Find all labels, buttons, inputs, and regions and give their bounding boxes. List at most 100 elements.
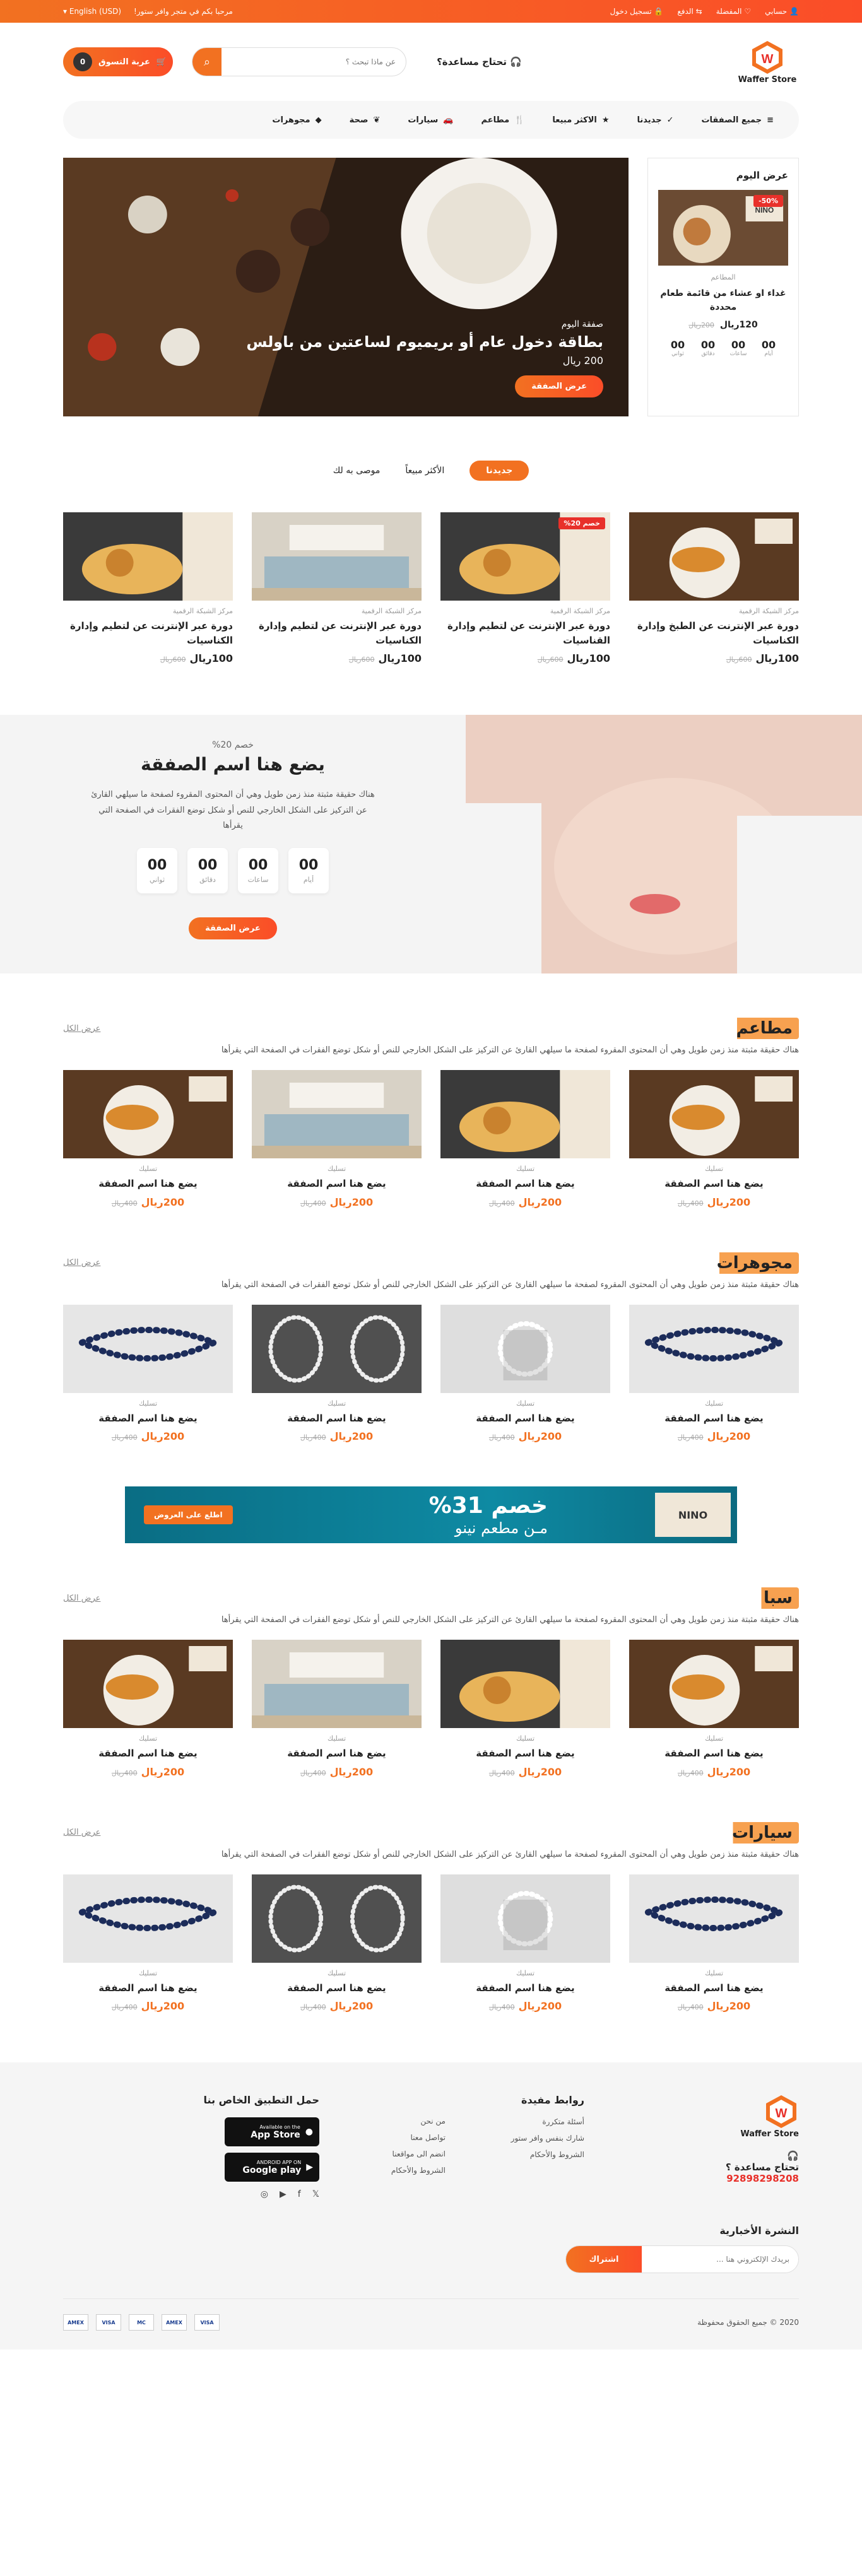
product-title[interactable]: يضع هنا اسم الصفقة (629, 1746, 799, 1761)
product-card[interactable]: تسليك يضع هنا اسم الصفقة 200ريال400ريال (629, 1640, 799, 1778)
product-card[interactable]: تسليك يضع هنا اسم الصفقة 200ريال400ريال (63, 1304, 233, 1442)
product-title[interactable]: يضع هنا اسم الصفقة (63, 1411, 233, 1426)
product-card[interactable]: تسليك يضع هنا اسم الصفقة 200ريال400ريال (63, 1640, 233, 1778)
product-card[interactable]: مركز الشبكة الرقمية دورة عبر الإنترنت عن … (252, 512, 422, 664)
newsletter-email-input[interactable] (642, 2246, 798, 2273)
app-store-button[interactable]: ● Available on the App Store (225, 2117, 319, 2146)
nav-item[interactable]: 🍴 مطاعم (481, 115, 525, 125)
search-input[interactable] (221, 48, 406, 76)
product-image-wrap[interactable] (63, 512, 233, 601)
currency-select[interactable]: English (USD) ▾ (63, 7, 121, 16)
product-card[interactable]: خصم 20% مركز الشبكة الرقمية دورة عبر الإنت… (440, 512, 610, 664)
tab-2[interactable]: موصى به لك (333, 466, 381, 476)
product-title[interactable]: دورة عبر الإنترنت عن لتطيم وإدارة الكناس… (63, 619, 233, 647)
nav-item[interactable]: ❦ صحة (350, 115, 381, 125)
product-card[interactable]: مركز الشبكة الرقمية دورة عبر الإنترنت عن … (63, 512, 233, 664)
product-image-wrap[interactable] (440, 1640, 610, 1728)
product-card[interactable]: تسليك يضع هنا اسم الصفقة 200ريال400ريال (252, 1304, 422, 1442)
product-card[interactable]: تسليك يضع هنا اسم الصفقة 200ريال400ريال (252, 1874, 422, 2012)
product-title[interactable]: يضع هنا اسم الصفقة (629, 1177, 799, 1191)
product-image-wrap[interactable] (252, 1874, 422, 1963)
product-image-wrap[interactable] (63, 1874, 233, 1963)
subscribe-button[interactable]: اشتراك (566, 2246, 642, 2273)
google-play-button[interactable]: ▶ ANDROID APP ON Google play (225, 2153, 319, 2182)
product-card[interactable]: تسليك يضع هنا اسم الصفقة 200ريال400ريال (629, 1070, 799, 1208)
footer-logo[interactable]: W Waffer Store (736, 2094, 799, 2139)
product-image-wrap[interactable] (252, 1304, 422, 1393)
twitter-icon[interactable]: 𝕏 (312, 2189, 319, 2199)
product-image-wrap[interactable] (629, 1874, 799, 1963)
nav-item[interactable]: ≡ جميع الصفقات (701, 115, 774, 125)
footer-link[interactable]: الشروط والأحكام (471, 2150, 584, 2159)
product-title[interactable]: يضع هنا اسم الصفقة (440, 1981, 610, 1996)
login-link[interactable]: 🔒 تسجيل دخول (610, 7, 664, 16)
product-image-wrap[interactable] (629, 512, 799, 601)
nav-item[interactable]: ◆ مجوهرات (272, 115, 321, 125)
product-image-wrap[interactable] (63, 1304, 233, 1393)
product-card[interactable]: مركز الشبكة الرقمية دورة عبر الإنترنت عن … (629, 512, 799, 664)
footer-link[interactable]: أسئلة متكررة (471, 2117, 584, 2126)
product-card[interactable]: تسليك يضع هنا اسم الصفقة 200ريال400ريال (63, 1874, 233, 2012)
tab-1[interactable]: الأكثر مبيعاً (405, 466, 444, 476)
product-title[interactable]: يضع هنا اسم الصفقة (63, 1746, 233, 1761)
product-title[interactable]: دورة عبر الإنترنت عن الطبخ وإدارة الكناس… (629, 619, 799, 647)
product-title[interactable]: دورة عبر الإنترنت عن لتطيم وإدارة القناس… (440, 619, 610, 647)
product-title[interactable]: يضع هنا اسم الصفقة (440, 1746, 610, 1761)
hero-cta-button[interactable]: عرض الصفقة (515, 375, 603, 397)
offer-image[interactable]: NINO 50%- (658, 190, 788, 266)
product-title[interactable]: يضع هنا اسم الصفقة (63, 1981, 233, 1996)
nav-item[interactable]: 🚗 سيارات (408, 115, 453, 125)
product-image-wrap[interactable] (629, 1640, 799, 1728)
youtube-icon[interactable]: ▶ (280, 2189, 286, 2199)
footer-link[interactable]: انضم الى مواقعنا (345, 2150, 446, 2158)
product-card[interactable]: تسليك يضع هنا اسم الصفقة 200ريال400ريال (252, 1070, 422, 1208)
favorites-link[interactable]: ♡ المفضلة (716, 7, 751, 16)
product-image-wrap[interactable] (63, 1640, 233, 1728)
nav-item[interactable]: ✓ جديدنا (637, 115, 674, 125)
product-image-wrap[interactable] (252, 1640, 422, 1728)
product-card[interactable]: تسليك يضع هنا اسم الصفقة 200ريال400ريال (629, 1304, 799, 1442)
product-image-wrap[interactable] (63, 1070, 233, 1158)
product-image-wrap[interactable] (252, 1070, 422, 1158)
product-card[interactable]: تسليك يضع هنا اسم الصفقة 200ريال400ريال (63, 1070, 233, 1208)
banner-button[interactable]: اطلع على العروض (144, 1505, 233, 1524)
product-title[interactable]: يضع هنا اسم الصفقة (252, 1746, 422, 1761)
product-title[interactable]: يضع هنا اسم الصفقة (629, 1411, 799, 1426)
product-image-wrap[interactable] (252, 512, 422, 601)
search-button[interactable]: ⌕ (192, 48, 222, 76)
product-image-wrap[interactable] (629, 1070, 799, 1158)
product-title[interactable]: يضع هنا اسم الصفقة (252, 1177, 422, 1191)
view-all-link[interactable]: عرض الكل (63, 1258, 100, 1267)
product-title[interactable]: يضع هنا اسم الصفقة (629, 1981, 799, 1996)
product-card[interactable]: تسليك يضع هنا اسم الصفقة 200ريال400ريال (440, 1304, 610, 1442)
product-card[interactable]: تسليك يضع هنا اسم الصفقة 200ريال400ريال (440, 1874, 610, 2012)
account-link[interactable]: 👤 حسابي (765, 7, 799, 16)
product-image-wrap[interactable] (440, 1874, 610, 1963)
footer-link[interactable]: شارك بنفس وافر ستور (471, 2134, 584, 2143)
view-all-link[interactable]: عرض الكل (63, 1594, 100, 1603)
help-link[interactable]: 🎧 تحتاج مساعدة؟ (437, 56, 522, 68)
product-card[interactable]: تسليك يضع هنا اسم الصفقة 200ريال400ريال (252, 1640, 422, 1778)
tab-0[interactable]: جديدنا (469, 461, 529, 481)
product-title[interactable]: يضع هنا اسم الصفقة (252, 1411, 422, 1426)
product-card[interactable]: تسليك يضع هنا اسم الصفقة 200ريال400ريال (440, 1070, 610, 1208)
view-all-link[interactable]: عرض الكل (63, 1828, 100, 1837)
nav-item[interactable]: ★ الاكثر مبيعا (552, 115, 609, 125)
product-image-wrap[interactable]: خصم 20% (440, 512, 610, 601)
product-card[interactable]: تسليك يضع هنا اسم الصفقة 200ريال400ريال (629, 1874, 799, 2012)
hero-slider[interactable]: صفقة اليوم بطاقة دخول عام أو بريميوم لسا… (63, 158, 629, 416)
product-image-wrap[interactable] (440, 1304, 610, 1393)
promo-banner[interactable]: NINO خصم 31% مـن مطعم نينو اطلع على العر… (125, 1486, 737, 1543)
product-title[interactable]: يضع هنا اسم الصفقة (252, 1981, 422, 1996)
footer-link[interactable]: من نحن (345, 2117, 446, 2126)
instagram-icon[interactable]: ◎ (261, 2189, 268, 2199)
product-card[interactable]: تسليك يضع هنا اسم الصفقة 200ريال400ريال (440, 1640, 610, 1778)
cart-button[interactable]: 🛒 عربة التسوق 0 (63, 47, 174, 76)
product-title[interactable]: يضع هنا اسم الصفقة (63, 1177, 233, 1191)
view-all-link[interactable]: عرض الكل (63, 1024, 100, 1033)
product-image-wrap[interactable] (629, 1304, 799, 1393)
logo[interactable]: W Waffer Store (736, 40, 799, 85)
offer-name[interactable]: غداء او عشاء من قائمة طعام محددة (658, 286, 788, 315)
deal-cta-button[interactable]: عرض الصفقة (189, 917, 277, 940)
pay-link[interactable]: ⇆ الدفع (677, 7, 702, 16)
